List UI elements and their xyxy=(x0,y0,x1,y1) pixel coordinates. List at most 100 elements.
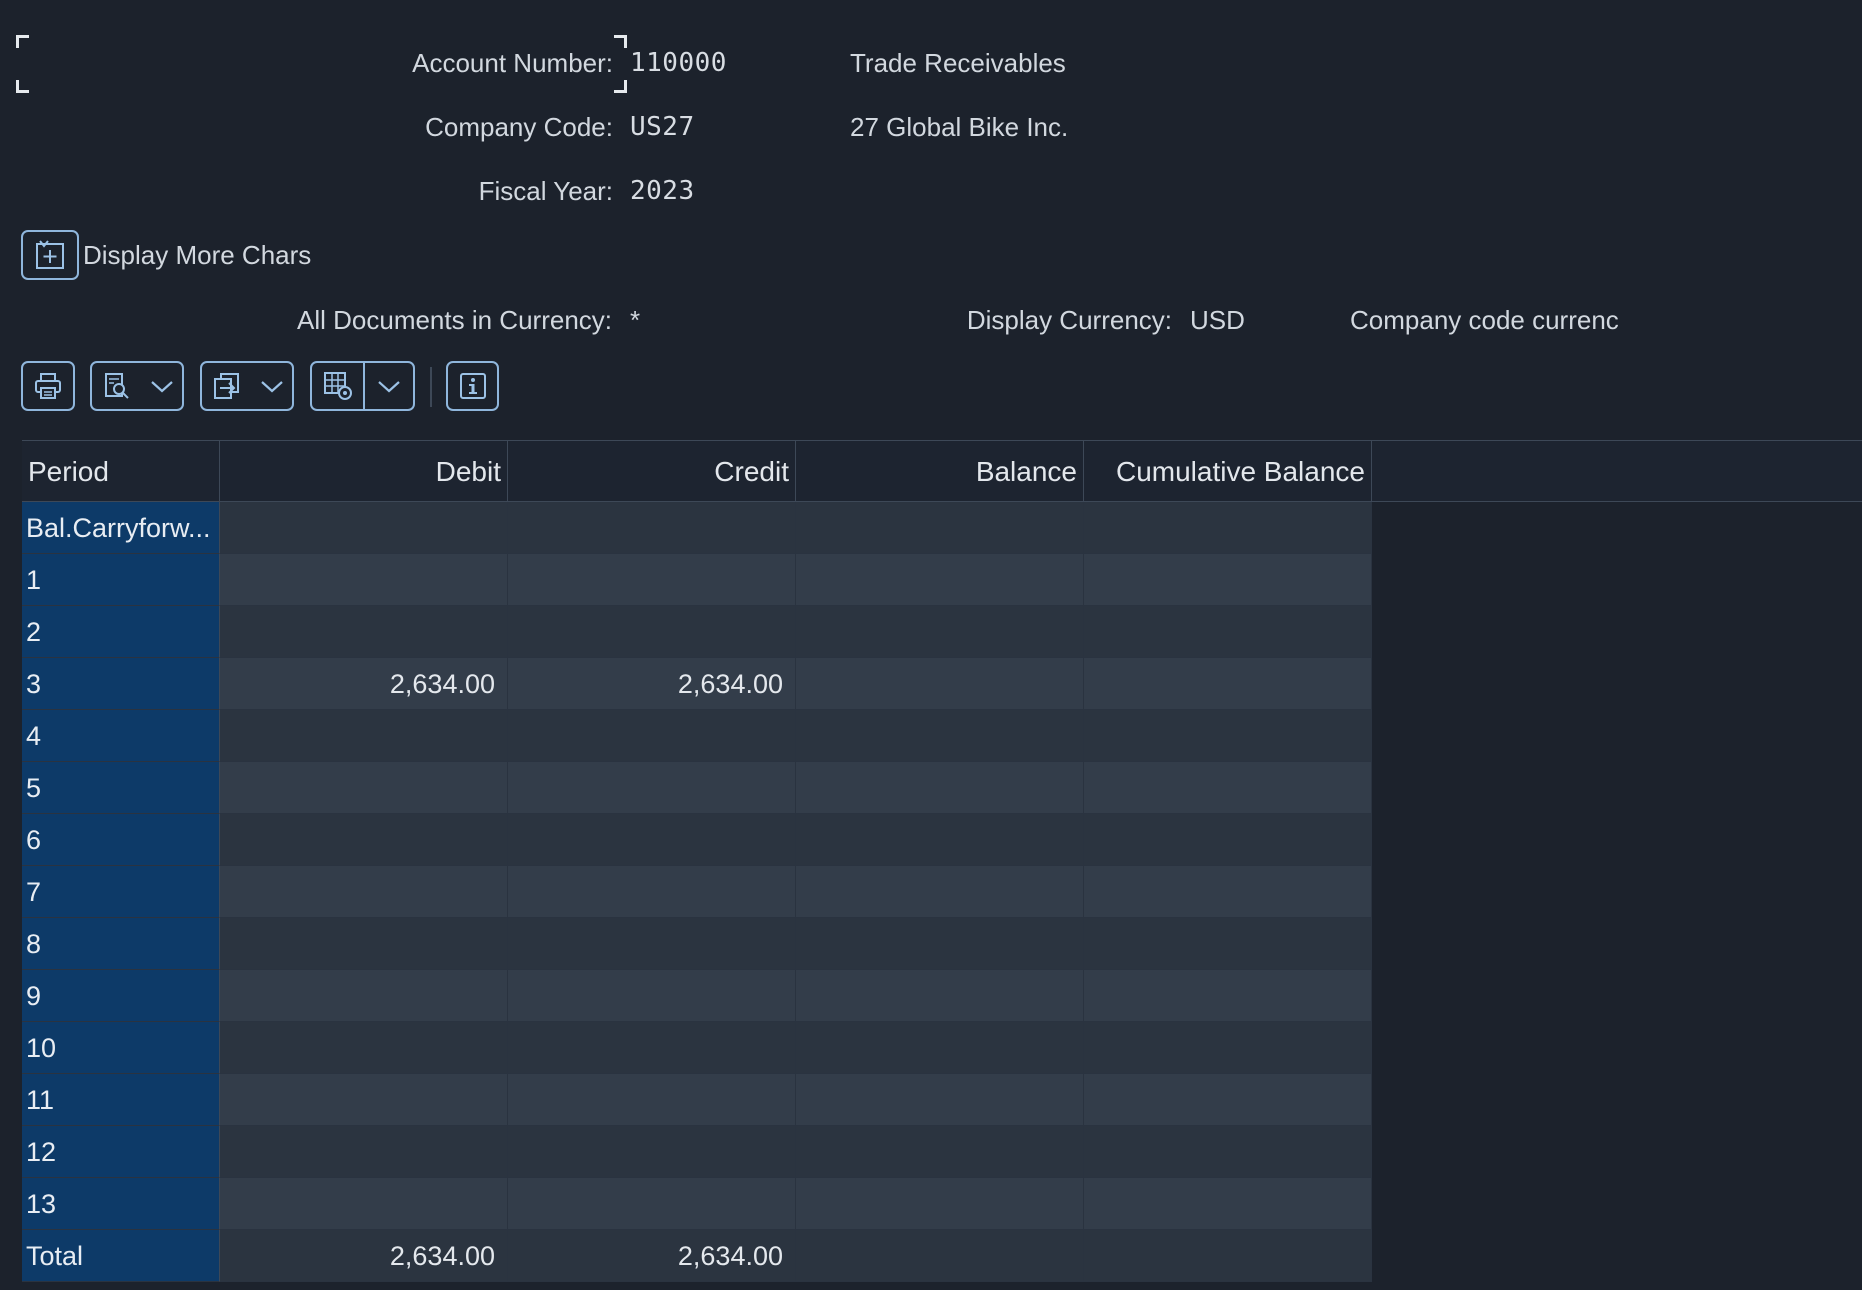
cell-period[interactable]: 3 xyxy=(22,658,220,710)
cell-period[interactable]: 12 xyxy=(22,1126,220,1178)
cell-balance[interactable] xyxy=(796,1126,1084,1178)
table-row[interactable]: 10 xyxy=(22,1022,1372,1074)
cell-credit[interactable]: 2,634.00 xyxy=(508,658,796,710)
cell-debit[interactable] xyxy=(220,1126,508,1178)
cell-period[interactable]: 2 xyxy=(22,606,220,658)
table-row[interactable]: 1 xyxy=(22,554,1372,606)
cell-balance[interactable] xyxy=(796,606,1084,658)
cell-period[interactable]: 11 xyxy=(22,1074,220,1126)
cell-debit[interactable] xyxy=(220,1178,508,1230)
cell-balance[interactable] xyxy=(796,502,1084,554)
table-row[interactable]: 5 xyxy=(22,762,1372,814)
cell-cumulative[interactable] xyxy=(1084,970,1372,1022)
cell-balance[interactable] xyxy=(796,554,1084,606)
cell-credit[interactable] xyxy=(508,970,796,1022)
export-menu-button[interactable] xyxy=(200,361,294,411)
cell-cumulative[interactable] xyxy=(1084,866,1372,918)
table-row[interactable]: 9 xyxy=(22,970,1372,1022)
cell-balance[interactable] xyxy=(796,710,1084,762)
info-button[interactable] xyxy=(446,361,499,411)
column-header-cumulative-balance[interactable]: Cumulative Balance xyxy=(1084,441,1372,502)
cell-period[interactable]: 1 xyxy=(22,554,220,606)
cell-credit[interactable] xyxy=(508,814,796,866)
cell-balance[interactable] xyxy=(796,1022,1084,1074)
cell-period[interactable]: 5 xyxy=(22,762,220,814)
details-menu-button[interactable] xyxy=(90,361,184,411)
cell-cumulative[interactable] xyxy=(1084,762,1372,814)
cell-cumulative[interactable] xyxy=(1084,918,1372,970)
table-row[interactable]: 11 xyxy=(22,1074,1372,1126)
table-row[interactable]: 3 2,634.00 2,634.00 xyxy=(22,658,1372,710)
cell-balance[interactable] xyxy=(796,1230,1084,1282)
cell-debit[interactable] xyxy=(220,918,508,970)
cell-cumulative[interactable] xyxy=(1084,710,1372,762)
cell-period[interactable]: Bal.Carryforw... xyxy=(22,502,220,554)
cell-balance[interactable] xyxy=(796,970,1084,1022)
cell-debit[interactable]: 2,634.00 xyxy=(220,1230,508,1282)
cell-credit[interactable]: 2,634.00 xyxy=(508,1230,796,1282)
cell-cumulative[interactable] xyxy=(1084,1126,1372,1178)
company-code-value[interactable]: US27 xyxy=(630,112,695,142)
cell-debit[interactable] xyxy=(220,606,508,658)
cell-debit[interactable] xyxy=(220,762,508,814)
layout-settings-button[interactable] xyxy=(310,361,415,411)
table-row[interactable]: 8 xyxy=(22,918,1372,970)
print-button[interactable] xyxy=(21,361,75,411)
cell-debit[interactable] xyxy=(220,710,508,762)
cell-credit[interactable] xyxy=(508,710,796,762)
cell-period[interactable]: 13 xyxy=(22,1178,220,1230)
column-header-debit[interactable]: Debit xyxy=(220,441,508,502)
cell-balance[interactable] xyxy=(796,658,1084,710)
display-more-chars-button[interactable] xyxy=(21,230,79,280)
cell-credit[interactable] xyxy=(508,866,796,918)
table-row[interactable]: 2 xyxy=(22,606,1372,658)
cell-balance[interactable] xyxy=(796,866,1084,918)
column-header-period[interactable]: Period xyxy=(22,441,220,502)
cell-cumulative[interactable] xyxy=(1084,814,1372,866)
table-row[interactable]: 4 xyxy=(22,710,1372,762)
display-more-chars-label[interactable]: Display More Chars xyxy=(83,240,311,271)
cell-credit[interactable] xyxy=(508,554,796,606)
cell-debit[interactable] xyxy=(220,1074,508,1126)
cell-cumulative[interactable] xyxy=(1084,606,1372,658)
cell-credit[interactable] xyxy=(508,1178,796,1230)
cell-credit[interactable] xyxy=(508,1126,796,1178)
cell-debit[interactable] xyxy=(220,866,508,918)
cell-debit[interactable] xyxy=(220,554,508,606)
cell-debit[interactable] xyxy=(220,1022,508,1074)
cell-credit[interactable] xyxy=(508,606,796,658)
cell-balance[interactable] xyxy=(796,1074,1084,1126)
account-number-value[interactable]: 110000 xyxy=(630,48,727,78)
table-row[interactable]: 6 xyxy=(22,814,1372,866)
cell-debit[interactable]: 2,634.00 xyxy=(220,658,508,710)
cell-balance[interactable] xyxy=(796,918,1084,970)
column-header-balance[interactable]: Balance xyxy=(796,441,1084,502)
cell-credit[interactable] xyxy=(508,1074,796,1126)
table-row[interactable]: Total 2,634.00 2,634.00 xyxy=(22,1230,1372,1282)
cell-cumulative[interactable] xyxy=(1084,502,1372,554)
cell-credit[interactable] xyxy=(508,918,796,970)
cell-cumulative[interactable] xyxy=(1084,554,1372,606)
table-row[interactable]: 7 xyxy=(22,866,1372,918)
cell-debit[interactable] xyxy=(220,970,508,1022)
cell-period[interactable]: Total xyxy=(22,1230,220,1282)
cell-cumulative[interactable] xyxy=(1084,658,1372,710)
cell-balance[interactable] xyxy=(796,814,1084,866)
cell-cumulative[interactable] xyxy=(1084,1022,1372,1074)
cell-credit[interactable] xyxy=(508,762,796,814)
cell-period[interactable]: 4 xyxy=(22,710,220,762)
table-row[interactable]: 12 xyxy=(22,1126,1372,1178)
cell-credit[interactable] xyxy=(508,502,796,554)
column-header-credit[interactable]: Credit xyxy=(508,441,796,502)
cell-cumulative[interactable] xyxy=(1084,1230,1372,1282)
fiscal-year-value[interactable]: 2023 xyxy=(630,176,695,206)
cell-credit[interactable] xyxy=(508,1022,796,1074)
table-row[interactable]: Bal.Carryforw... xyxy=(22,502,1372,554)
cell-debit[interactable] xyxy=(220,502,508,554)
cell-cumulative[interactable] xyxy=(1084,1178,1372,1230)
cell-balance[interactable] xyxy=(796,762,1084,814)
cell-balance[interactable] xyxy=(796,1178,1084,1230)
cell-cumulative[interactable] xyxy=(1084,1074,1372,1126)
table-row[interactable]: 13 xyxy=(22,1178,1372,1230)
cell-period[interactable]: 7 xyxy=(22,866,220,918)
